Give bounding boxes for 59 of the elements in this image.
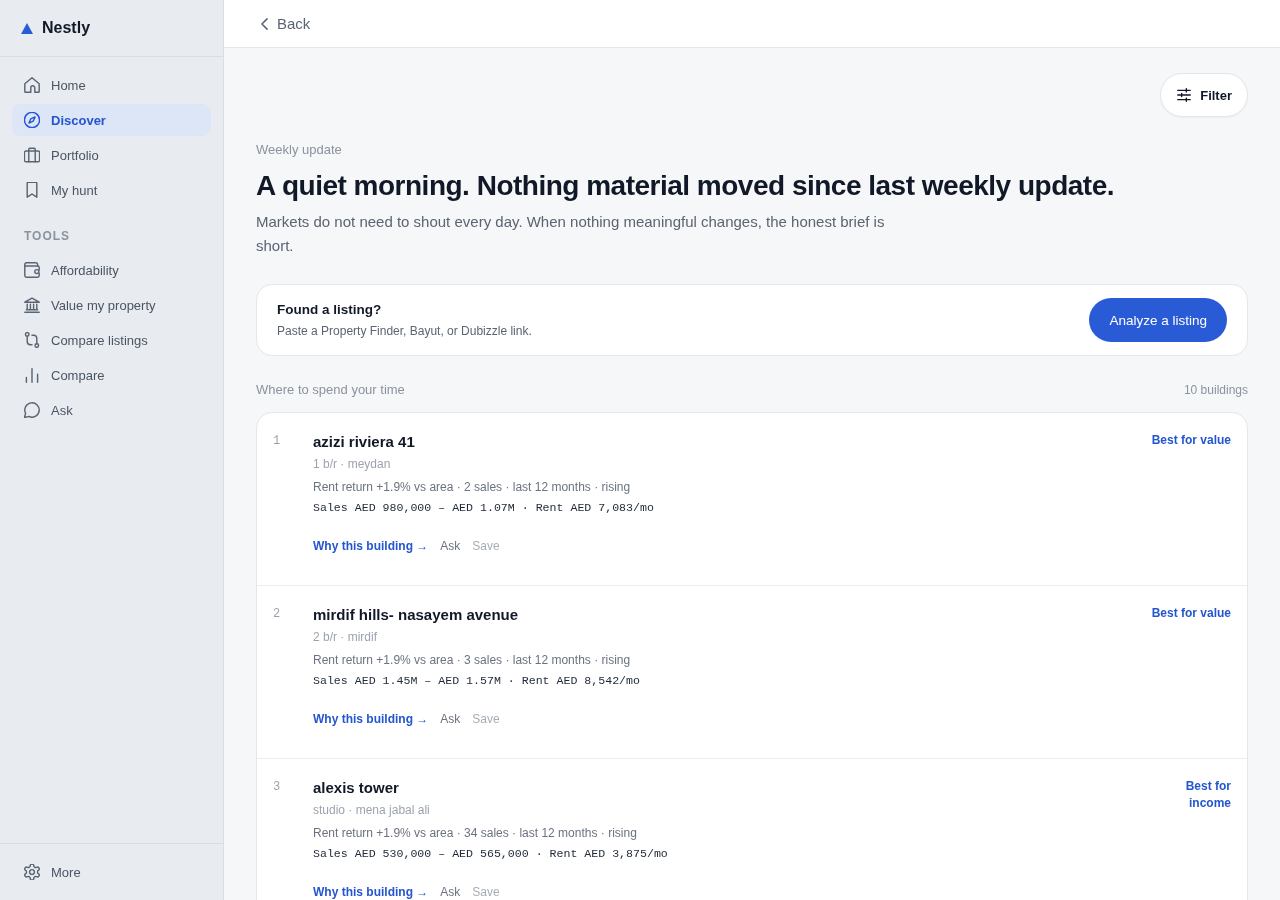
analyze-listing-button[interactable]: Analyze a listing <box>1089 298 1227 342</box>
recommendation-label: Best for value <box>1151 605 1231 622</box>
sidebar-item[interactable]: My hunt <box>12 174 211 206</box>
sidebar-item[interactable]: Value my property <box>12 289 211 321</box>
wallet-icon <box>24 262 40 278</box>
brief-paragraph: Markets do not need to shout every day. When nothing meaningful changes, the honest brief is short. <box>256 212 886 256</box>
section-title: Where to spend your time <box>256 381 405 399</box>
filter-button[interactable]: Filter <box>1160 73 1248 117</box>
why-this-building-link[interactable]: Why this building → <box>313 883 429 900</box>
sidebar-item[interactable]: Compare <box>12 359 211 391</box>
ask-link[interactable]: Ask <box>440 883 461 900</box>
sidebar-item[interactable]: Discover <box>12 104 211 136</box>
sidebar-item[interactable]: Home <box>12 69 211 101</box>
why-this-building-link[interactable]: Why this building → <box>313 537 429 555</box>
sidebar-item[interactable]: Compare listings <box>12 324 211 356</box>
compass-icon <box>24 112 40 128</box>
headline: A quiet morning. Nothing material moved since last weekly update. <box>256 169 1115 203</box>
sidebar-item[interactable]: Affordability <box>12 254 211 286</box>
sidebar-item[interactable]: Portfolio <box>12 139 211 171</box>
sliders-icon <box>1177 88 1192 102</box>
chat-bubble-icon <box>24 402 40 418</box>
settings-icon <box>24 864 40 880</box>
briefcase-icon <box>24 147 40 163</box>
eyebrow-text: Weekly update <box>256 141 343 159</box>
building-name: alexis tower <box>313 778 400 798</box>
building-details: 2 b/r · mirdif <box>313 629 378 646</box>
sidebar-item[interactable]: More <box>12 856 211 888</box>
building-name: azizi riviera 41 <box>313 432 416 452</box>
bar-chart-icon <box>24 367 40 383</box>
recommendation-label: Best for income <box>1184 778 1231 812</box>
bank-icon <box>24 297 40 313</box>
building-name: mirdif hills- nasayem avenue <box>313 605 520 625</box>
brand-name: Nestly <box>42 19 91 37</box>
section-heading: TOOLS <box>24 228 72 244</box>
rank-number: 2 <box>273 606 282 623</box>
triangle-logo-icon <box>21 22 33 34</box>
bookmark-icon <box>24 182 40 198</box>
ask-link[interactable]: Ask <box>440 710 461 728</box>
ask-link[interactable]: Ask <box>440 537 461 555</box>
rank-number: 1 <box>273 433 282 450</box>
why-this-building-link[interactable]: Why this building → <box>313 710 429 728</box>
building-count: 10 buildings <box>1183 382 1248 399</box>
building-details: studio · mena jabal ali <box>313 802 431 819</box>
prompt-title: Found a listing? <box>277 301 383 319</box>
back-link[interactable]: Back <box>261 15 311 32</box>
price-range: Sales AED 980,000 – AED 1.07M · Rent AED 7,083/mo <box>313 500 655 516</box>
price-range: Sales AED 1.45M – AED 1.57M · Rent AED 8,542/mo <box>313 673 641 689</box>
home-icon <box>24 77 40 93</box>
chevron-left-icon <box>261 17 268 30</box>
prompt-subtitle: Paste a Property Finder, Bayut, or Dubizzle link. <box>277 323 532 340</box>
price-range: Sales AED 530,000 – AED 565,000 · Rent AED 3,875/mo <box>313 846 669 862</box>
recommendation-label: Best for value <box>1151 432 1231 449</box>
building-stats: Rent return +1.9% vs area · 34 sales · last 12 months · rising <box>313 825 638 842</box>
building-stats: Rent return +1.9% vs area · 3 sales · last 12 months · rising <box>313 652 632 669</box>
rank-number: 3 <box>273 779 282 796</box>
sidebar-item[interactable]: Ask <box>12 394 211 426</box>
compare-icon <box>24 332 40 348</box>
building-details: 1 b/r · meydan <box>313 456 392 473</box>
building-stats: Rent return +1.9% vs area · 2 sales · last 12 months · rising <box>313 479 632 496</box>
